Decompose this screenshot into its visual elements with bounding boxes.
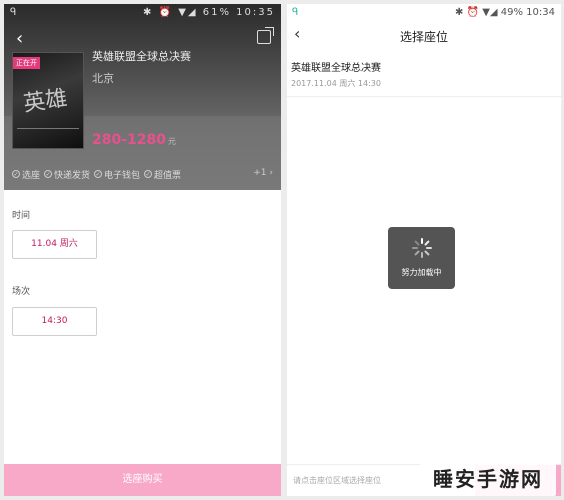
site-watermark: 睡安手游网 bbox=[420, 462, 556, 496]
seat-hint: 请点击座位区域选择座位 bbox=[293, 476, 381, 485]
status-icons: ✱ ⏰ ▼◢ 49% 10:34 bbox=[455, 7, 555, 18]
feature-label: 快递发货 bbox=[54, 170, 91, 181]
event-datetime: 2017.11.04 周六 14:30 bbox=[291, 79, 381, 88]
poster-footer bbox=[17, 128, 79, 140]
seat-selection-screen: ᑫ ✱ ⏰ ▼◢ 49% 10:34 ‹ 选择座位 英雄联盟全球总决赛 2017… bbox=[287, 4, 561, 496]
features-more-link[interactable]: +1 › bbox=[253, 168, 273, 178]
poster-tag: 正在开 bbox=[13, 57, 40, 69]
feature-tag: ✓ 选座 bbox=[12, 168, 40, 181]
select-seat-buy-button[interactable]: 选座购买 bbox=[4, 464, 281, 496]
check-icon: ✓ bbox=[12, 170, 20, 178]
feature-label: 电子钱包 bbox=[104, 170, 141, 181]
feature-tag: ✓ 电子钱包 bbox=[94, 168, 140, 181]
feature-label: 选座 bbox=[22, 170, 41, 181]
screenshot-stage: ᑫ ✱ ⏰ ▼◢ 61% 10:35 ‹ 正在开 英雄 英雄联盟全球总决赛 北京… bbox=[0, 0, 564, 500]
share-icon[interactable] bbox=[257, 30, 271, 44]
divider bbox=[287, 96, 561, 97]
session-option-button[interactable]: 14:30 bbox=[12, 307, 97, 336]
loading-text: 努力加载中 bbox=[401, 268, 442, 277]
price-unit: 元 bbox=[168, 137, 176, 146]
price-value: 280-1280 bbox=[92, 132, 166, 148]
back-icon[interactable]: ‹ bbox=[16, 28, 23, 49]
event-title: 英雄联盟全球总决赛 bbox=[291, 63, 381, 74]
loading-toast: 努力加载中 bbox=[388, 227, 455, 289]
feature-tag: ✓ 快递发货 bbox=[44, 168, 90, 181]
check-icon: ✓ bbox=[94, 170, 103, 178]
status-bar: ᑫ ✱ ⏰ ▼◢ 49% 10:34 bbox=[287, 4, 561, 22]
check-icon: ✓ bbox=[44, 170, 53, 178]
status-bar: ᑫ ✱ ⏰ ▼◢ 61% 10:35 bbox=[4, 4, 281, 22]
event-title: 英雄联盟全球总决赛 bbox=[92, 50, 191, 63]
spinner-icon bbox=[412, 238, 432, 258]
date-option-button[interactable]: 11.04 周六 bbox=[12, 230, 97, 259]
header: ‹ 选择座位 bbox=[287, 24, 561, 50]
time-section-label: 时间 bbox=[12, 211, 31, 221]
event-poster: 正在开 英雄 bbox=[12, 52, 84, 149]
feature-tags: ✓ 选座 ✓ 快递发货 ✓ 电子钱包 ✓ 超值票 bbox=[4, 164, 281, 184]
status-icons: ✱ ⏰ ▼◢ 61% 10:35 bbox=[143, 7, 275, 18]
notification-indicator: ᑫ bbox=[292, 7, 299, 18]
poster-art: 英雄 bbox=[21, 86, 69, 117]
page-title: 选择座位 bbox=[399, 30, 448, 44]
check-icon: ✓ bbox=[144, 170, 153, 178]
event-detail-screen: ᑫ ✱ ⏰ ▼◢ 61% 10:35 ‹ 正在开 英雄 英雄联盟全球总决赛 北京… bbox=[4, 4, 281, 496]
event-hero: ᑫ ✱ ⏰ ▼◢ 61% 10:35 ‹ 正在开 英雄 英雄联盟全球总决赛 北京… bbox=[4, 4, 281, 190]
session-section-label: 场次 bbox=[12, 287, 31, 297]
feature-tag: ✓ 超值票 bbox=[144, 168, 181, 181]
feature-label: 超值票 bbox=[154, 170, 182, 181]
price-range: 280-1280 元 bbox=[92, 132, 176, 148]
event-city: 北京 bbox=[92, 72, 114, 85]
notification-indicator: ᑫ bbox=[10, 7, 17, 18]
